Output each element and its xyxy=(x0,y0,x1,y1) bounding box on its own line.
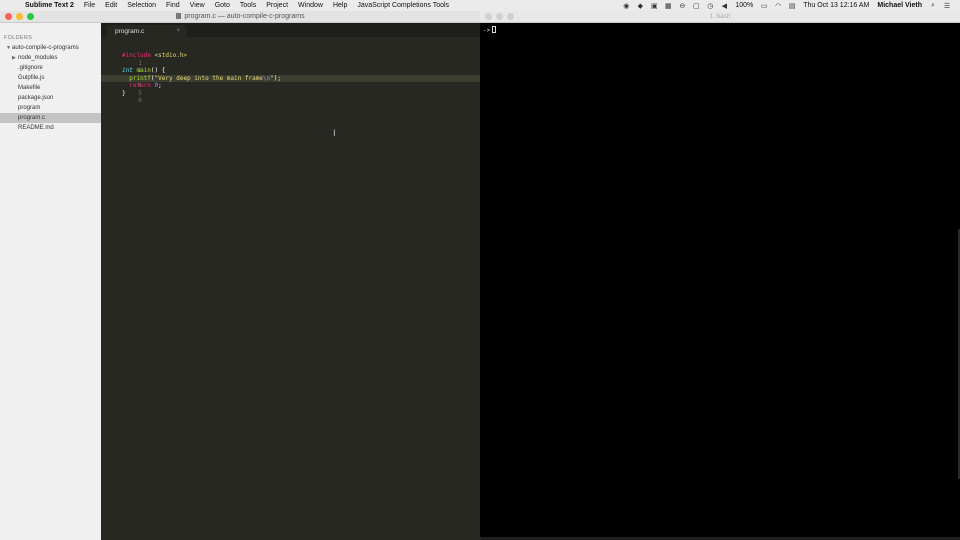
list-icon[interactable]: ☰ xyxy=(940,2,954,10)
sidebar: FOLDERS ▼auto-compile-c-programs ▶ node_m… xyxy=(0,23,101,540)
code-line: 3 int main() { xyxy=(101,67,481,82)
window-title: program.c — auto-compile-c-programs xyxy=(0,13,481,20)
menu-bar: Sublime Text 2 File Edit Selection Find … xyxy=(0,0,960,11)
search-icon[interactable]: ⌕ xyxy=(926,2,940,10)
editor-pane[interactable]: program.c × 1 #include <stdio.h> 2 3 int… xyxy=(101,23,481,540)
terminal-titlebar: 1. bash xyxy=(480,11,960,23)
function-name: main xyxy=(136,67,151,74)
file-makefile[interactable]: Makefile xyxy=(0,83,101,93)
folder-root-label: auto-compile-c-programs xyxy=(12,45,79,51)
display-icon[interactable]: ▤ xyxy=(785,2,799,10)
sublime-window: program.c — auto-compile-c-programs FOLD… xyxy=(0,11,481,540)
printf-call: printf xyxy=(129,74,151,82)
volume-icon[interactable]: ◀ xyxy=(717,2,731,10)
code-line-current: 4 printf("Very deep into the main frame\… xyxy=(101,74,481,89)
return-keyword: return xyxy=(129,82,151,89)
file-program-c[interactable]: program.c xyxy=(0,113,101,123)
menu-js-completions-tools[interactable]: JavaScript Completions Tools xyxy=(352,2,454,9)
menu-selection[interactable]: Selection xyxy=(122,2,161,9)
tab-close-icon[interactable]: × xyxy=(176,28,180,34)
sublime-titlebar: program.c — auto-compile-c-programs xyxy=(0,11,481,23)
time-machine-icon[interactable]: ◷ xyxy=(703,2,717,10)
menu-file[interactable]: File xyxy=(79,2,100,9)
terminal-prompt: -> xyxy=(483,27,491,34)
code-punct: ; xyxy=(158,82,162,89)
menu-app-name[interactable]: Sublime Text 2 xyxy=(20,2,79,9)
window-title-text: program.c — auto-compile-c-programs xyxy=(184,13,305,20)
terminal-cursor xyxy=(492,26,497,33)
tab-bar: program.c × xyxy=(101,23,481,37)
folder-root[interactable]: ▼auto-compile-c-programs xyxy=(0,43,101,53)
code-line: 6 } xyxy=(101,89,481,105)
battery-percent[interactable]: 100% xyxy=(731,2,757,9)
clock[interactable]: Thu Oct 13 12:16 AM xyxy=(799,2,873,9)
menu-project[interactable]: Project xyxy=(261,2,293,9)
file-gulpfile[interactable]: Gulpfile.js xyxy=(0,73,101,83)
file-readme[interactable]: README.md xyxy=(0,123,101,133)
code-punct: } xyxy=(122,89,126,97)
folder-node-modules-label: node_modules xyxy=(18,55,58,61)
record-icon[interactable]: ◉ xyxy=(619,2,633,10)
terminal-window[interactable]: 1. bash -> xyxy=(480,11,960,537)
terminal-body[interactable]: -> xyxy=(480,23,960,34)
code-punct: ); xyxy=(273,74,282,82)
menu-tools[interactable]: Tools xyxy=(235,2,261,9)
menu-help[interactable]: Help xyxy=(328,2,352,9)
dropbox-icon[interactable]: ◆ xyxy=(633,2,647,10)
file-program[interactable]: program xyxy=(0,103,101,113)
ibeam-cursor-icon: I xyxy=(333,129,336,139)
string-literal: "Very deep into the main frame xyxy=(154,74,263,82)
code-line: 5 return 0; xyxy=(101,82,481,97)
include-header: <stdio.h> xyxy=(154,52,188,59)
circle-icon[interactable]: ⊖ xyxy=(675,2,689,10)
file-gitignore[interactable]: .gitignore xyxy=(0,63,101,73)
include-directive: #include xyxy=(122,52,151,59)
screen-icon[interactable]: ▣ xyxy=(647,2,661,10)
code-area[interactable]: 1 #include <stdio.h> 2 3 int main() { 4 … xyxy=(101,52,481,105)
menu-window[interactable]: Window xyxy=(293,2,328,9)
tab-program-c[interactable]: program.c × xyxy=(107,25,186,37)
sidebar-header: FOLDERS xyxy=(4,35,33,41)
user-name[interactable]: Michael Vieth xyxy=(873,2,926,9)
document-icon xyxy=(176,13,182,19)
code-punct: () { xyxy=(150,67,166,74)
lock-icon[interactable]: ▢ xyxy=(689,2,703,10)
battery-icon[interactable]: ▭ xyxy=(757,2,771,10)
code-line: 2 xyxy=(101,60,481,74)
folder-node-modules[interactable]: ▶ node_modules xyxy=(0,53,101,63)
file-package-json[interactable]: package.json xyxy=(0,93,101,103)
menu-find[interactable]: Find xyxy=(161,2,185,9)
menu-edit[interactable]: Edit xyxy=(100,2,122,9)
tab-label: program.c xyxy=(115,28,145,35)
menu-view[interactable]: View xyxy=(185,2,210,9)
type-keyword: int xyxy=(122,67,133,74)
line-number: 6 xyxy=(138,97,142,104)
terminal-title: 1. bash xyxy=(709,13,731,20)
wifi-icon[interactable]: ◠ xyxy=(771,2,785,10)
code-line: 1 #include <stdio.h> xyxy=(101,52,481,67)
grid-icon[interactable]: ▦ xyxy=(661,2,675,10)
menu-goto[interactable]: Goto xyxy=(210,2,235,9)
